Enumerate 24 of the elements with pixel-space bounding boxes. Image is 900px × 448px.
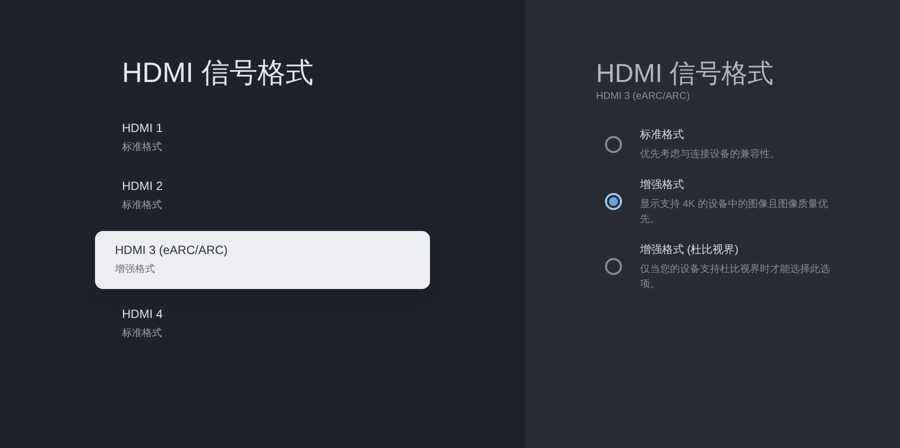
item-name: HDMI 4 [122,306,164,323]
item-value: 增强格式 [115,262,156,277]
panel-title: HDMI 信号格式 [596,57,775,90]
option-label: 增强格式 [640,178,685,193]
item-name: HDMI 2 [122,178,164,195]
hdmi-list-item[interactable]: HDMI 1 标准格式 [95,115,430,161]
radio-button[interactable] [605,193,622,210]
option-description: 仅当您的设备支持杜比视界时才能选择此选项。 [640,262,831,292]
hdmi-list-item[interactable]: HDMI 4 标准格式 [95,301,430,347]
hdmi-list-item[interactable]: HDMI 3 (eARC/ARC) 增强格式 [95,231,430,289]
radio-button[interactable] [605,258,622,275]
item-value: 标准格式 [122,140,163,155]
option-label: 增强格式 (杜比视界) [640,243,740,258]
option-description: 显示支持 4K 的设备中的图像且图像质量优先。 [640,198,829,227]
option-label: 标准格式 [640,128,685,143]
page-title: HDMI 信号格式 [122,56,314,90]
item-value: 标准格式 [122,198,163,213]
option-description: 优先考虑与连接设备的兼容性。 [640,148,781,162]
panel-subtitle: HDMI 3 (eARC/ARC) [596,90,691,104]
hdmi-list-item[interactable]: HDMI 2 标准格式 [95,173,430,219]
item-value: 标准格式 [122,326,163,341]
radio-button[interactable] [605,136,622,152]
item-name: HDMI 1 [122,120,164,137]
item-name: HDMI 3 (eARC/ARC) [115,242,229,259]
